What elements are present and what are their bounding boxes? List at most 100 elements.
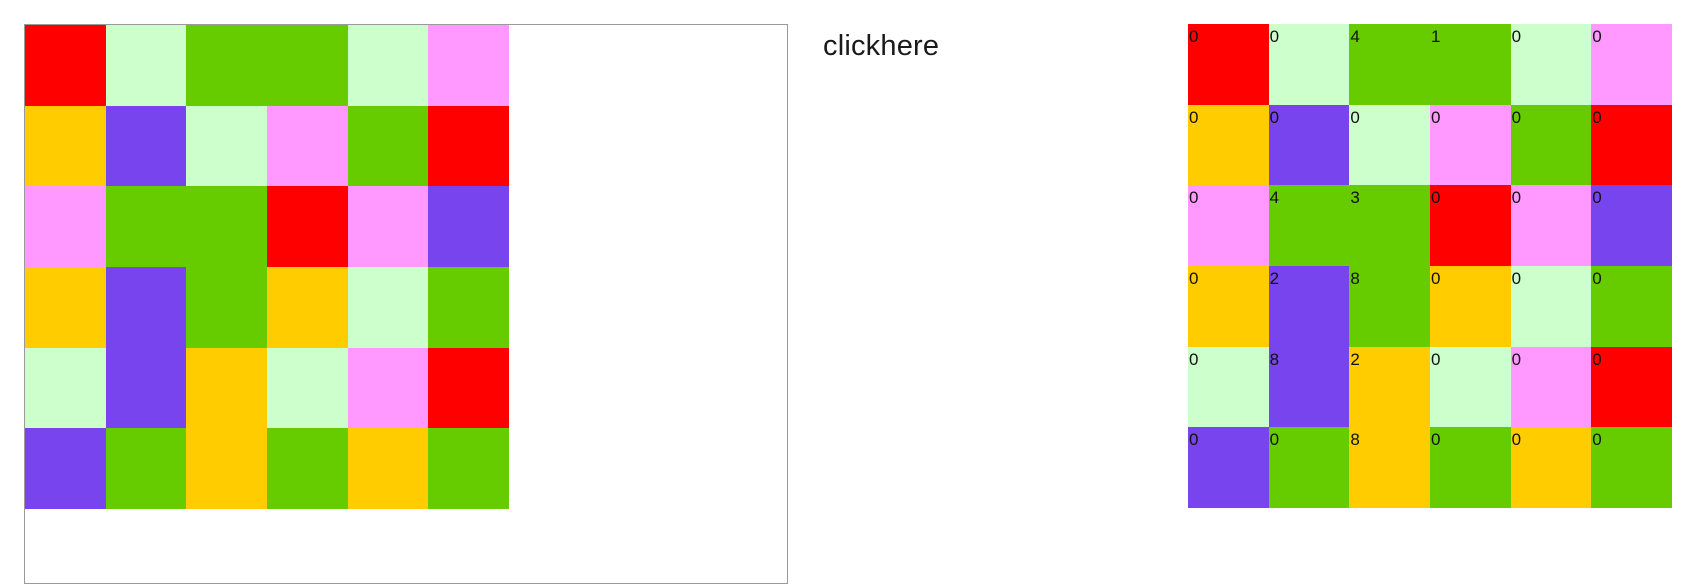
number-tile-r2-c2: 0: [1268, 104, 1350, 186]
clickhere-link[interactable]: clickhere: [823, 30, 939, 63]
number-tile-r5-c4: 0: [1429, 346, 1511, 428]
board-tile-r5-c3[interactable]: [186, 347, 267, 429]
board-tile-r2-c1[interactable]: [25, 105, 106, 187]
board-tile-r4-c4[interactable]: [266, 266, 348, 348]
number-tile-r4-c2: 2: [1268, 265, 1350, 347]
number-tile-r5-c1: 0: [1188, 346, 1269, 428]
board-tile-r1-c3[interactable]: [186, 25, 267, 106]
number-tile-r5-c6: 0: [1591, 346, 1672, 428]
tile-count-label: 0: [1592, 349, 1602, 369]
tile-count-label: 0: [1269, 430, 1280, 450]
number-tile-r2-c5: 0: [1510, 104, 1592, 186]
tile-count-label: 8: [1350, 430, 1360, 450]
board-tile-r5-c1[interactable]: [25, 347, 106, 429]
board-tile-r5-c6[interactable]: [428, 347, 509, 429]
board-tile-r2-c4[interactable]: [266, 105, 348, 187]
number-tile-r1-c2: 0: [1268, 24, 1350, 105]
number-tile-r6-c1: 0: [1188, 427, 1269, 508]
tile-count-label: 0: [1350, 107, 1360, 127]
tile-count-label: 8: [1269, 349, 1280, 369]
tile-count-label: 0: [1592, 188, 1602, 208]
tile-count-label: 0: [1430, 268, 1441, 288]
tile-count-label: 0: [1189, 27, 1199, 46]
number-tile-r6-c2: 0: [1268, 427, 1350, 508]
tile-count-label: 0: [1511, 268, 1522, 288]
board-tile-r1-c5[interactable]: [347, 25, 429, 106]
number-tile-r1-c3: 4: [1349, 24, 1430, 105]
tile-count-label: 0: [1430, 188, 1441, 208]
number-tile-r4-c1: 0: [1188, 265, 1269, 347]
tile-count-label: 4: [1350, 27, 1360, 46]
board-tile-r1-c4[interactable]: [266, 25, 348, 106]
board-tile-r6-c1[interactable]: [25, 428, 106, 509]
tile-count-label: 0: [1189, 430, 1199, 450]
tile-count-label: 0: [1189, 268, 1199, 288]
tile-count-label: 2: [1269, 268, 1280, 288]
numbered-tile-board: 0 0 4 1 0 0 0 0 0 0 0 0 0 4 3 0 0 0 0 2 8 0 0 0 0 8 2 0 0 0 0 0 8 0 0 0: [1188, 24, 1672, 508]
number-tile-r1-c4: 1: [1429, 24, 1511, 105]
tile-count-label: 4: [1269, 188, 1280, 208]
color-tile-board: [25, 25, 509, 509]
number-tile-r2-c6: 0: [1591, 104, 1672, 186]
board-tile-r6-c5[interactable]: [347, 428, 429, 509]
board-tile-r2-c5[interactable]: [347, 105, 429, 187]
number-tile-r4-c5: 0: [1510, 265, 1592, 347]
board-tile-r2-c6[interactable]: [428, 105, 509, 187]
board-tile-r4-c5[interactable]: [347, 266, 429, 348]
number-tile-r4-c4: 0: [1429, 265, 1511, 347]
tile-count-label: 0: [1269, 27, 1280, 46]
number-tile-r3-c5: 0: [1510, 185, 1592, 266]
number-tile-r2-c4: 0: [1429, 104, 1511, 186]
tile-count-label: 0: [1511, 188, 1522, 208]
board-tile-r5-c4[interactable]: [266, 347, 348, 429]
tile-count-label: 0: [1511, 27, 1522, 46]
board-tile-r3-c5[interactable]: [347, 186, 429, 267]
number-tile-r4-c6: 0: [1591, 265, 1672, 347]
number-tile-r5-c5: 0: [1510, 346, 1592, 428]
board-tile-r4-c3[interactable]: [186, 266, 267, 348]
board-tile-r2-c3[interactable]: [186, 105, 267, 187]
tile-count-label: 0: [1430, 107, 1441, 127]
board-tile-r6-c4[interactable]: [266, 428, 348, 509]
number-tile-r1-c5: 0: [1510, 24, 1592, 105]
number-tile-r1-c6: 0: [1591, 24, 1672, 105]
tile-count-label: 0: [1189, 107, 1199, 127]
tile-count-label: 1: [1430, 27, 1441, 46]
board-tile-r1-c1[interactable]: [25, 25, 106, 106]
tile-count-label: 0: [1592, 107, 1602, 127]
number-tile-r3-c4: 0: [1429, 185, 1511, 266]
number-tile-r3-c3: 3: [1349, 185, 1430, 266]
tile-count-label: 0: [1430, 430, 1441, 450]
number-tile-r6-c3: 8: [1349, 427, 1430, 508]
number-tile-r6-c6: 0: [1591, 427, 1672, 508]
board-tile-r5-c5[interactable]: [347, 347, 429, 429]
board-tile-r6-c3[interactable]: [186, 428, 267, 509]
number-tile-r1-c1: 0: [1188, 24, 1269, 105]
board-tile-r3-c1[interactable]: [25, 186, 106, 267]
board-tile-r6-c6[interactable]: [428, 428, 509, 509]
board-tile-r3-c3[interactable]: [186, 186, 267, 267]
tile-count-label: 0: [1592, 27, 1602, 46]
board-tile-r3-c6[interactable]: [428, 186, 509, 267]
number-tile-r5-c3: 2: [1349, 346, 1430, 428]
number-tile-r3-c6: 0: [1591, 185, 1672, 266]
board-tile-r4-c1[interactable]: [25, 266, 106, 348]
tile-count-label: 8: [1350, 268, 1360, 288]
board-tile-r1-c2[interactable]: [105, 25, 187, 106]
number-tile-r2-c1: 0: [1188, 104, 1269, 186]
tile-count-label: 2: [1350, 349, 1360, 369]
board-tile-r1-c6[interactable]: [428, 25, 509, 106]
number-tile-r3-c2: 4: [1268, 185, 1350, 266]
board-tile-r6-c2[interactable]: [105, 428, 187, 509]
board-tile-r2-c2[interactable]: [105, 105, 187, 187]
number-tile-r2-c3: 0: [1349, 104, 1430, 186]
number-tile-r6-c5: 0: [1510, 427, 1592, 508]
board-tile-r3-c4[interactable]: [266, 186, 348, 267]
tile-count-label: 0: [1511, 349, 1522, 369]
tile-count-label: 0: [1189, 188, 1199, 208]
board-tile-r4-c2[interactable]: [105, 266, 187, 348]
board-tile-r4-c6[interactable]: [428, 266, 509, 348]
tile-count-label: 0: [1592, 430, 1602, 450]
board-tile-r3-c2[interactable]: [105, 186, 187, 267]
board-tile-r5-c2[interactable]: [105, 347, 187, 429]
